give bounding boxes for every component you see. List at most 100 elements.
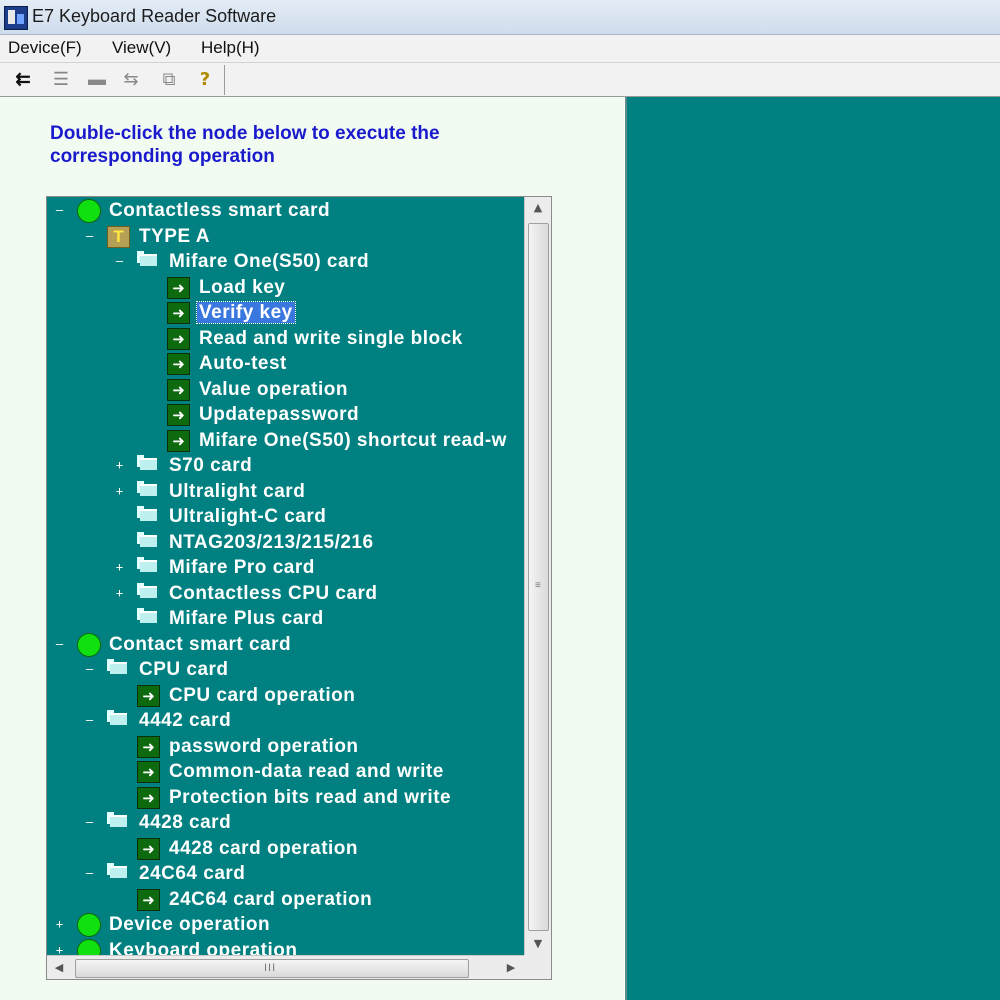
collapse-icon[interactable]: – <box>55 204 64 216</box>
tree-node-label: Contactless CPU card <box>169 582 378 604</box>
operation-tree: – Contactless smart card – T TYPE A – Mifare O… <box>46 196 552 980</box>
expand-icon[interactable]: + <box>55 944 64 956</box>
collapse-icon[interactable]: – <box>85 663 94 675</box>
collapse-icon[interactable]: – <box>85 816 94 828</box>
expand-icon[interactable]: + <box>115 587 124 599</box>
folder-icon <box>107 659 127 674</box>
tree-node-label: Contact smart card <box>109 633 292 655</box>
tree-node[interactable]: + Device operation <box>47 912 524 937</box>
tree-node-label: Mifare One(S50) shortcut read-w <box>199 429 507 451</box>
tree-viewport: – Contactless smart card – T TYPE A – Mifare O… <box>47 197 524 955</box>
collapse-icon[interactable]: – <box>85 714 94 726</box>
tree-node[interactable]: ➜ Value operation <box>47 377 524 402</box>
arrow-icon: ➜ <box>137 684 160 707</box>
tree-node[interactable]: ➜ Updatepassword <box>47 402 524 427</box>
menu-view[interactable]: View(V) <box>112 38 171 58</box>
menu-bar: Device(F) View(V) Help(H) <box>0 35 1000 63</box>
expand-icon[interactable]: + <box>115 485 124 497</box>
scroll-right-icon[interactable]: ▶ <box>499 956 523 979</box>
tree-node-label: 24C64 card operation <box>169 888 373 910</box>
tree-node[interactable]: – Contact smart card <box>47 632 524 657</box>
toolbar: ⇇ ☰ ▬ ⇆ ⧉ ? <box>0 63 1000 97</box>
tree-node[interactable]: – T TYPE A <box>47 224 524 249</box>
collapse-icon[interactable]: – <box>55 638 64 650</box>
app-icon[interactable] <box>4 6 28 30</box>
folder-icon <box>137 582 157 598</box>
tree-node-label: Mifare Pro card <box>169 557 315 578</box>
list-icon[interactable]: ☰ <box>48 67 74 91</box>
help-icon[interactable]: ? <box>192 67 218 91</box>
arrow-icon: ➜ <box>137 761 160 783</box>
tree-node[interactable]: ➜ 4428 card operation <box>47 836 524 861</box>
tree-node[interactable]: ➜ Verify key <box>47 300 524 325</box>
folder-icon <box>137 251 157 266</box>
tree-node[interactable]: ➜ Auto-test <box>47 351 524 376</box>
folder-icon <box>137 455 157 470</box>
arrow-icon: ➜ <box>167 302 190 324</box>
menu-help[interactable]: Help(H) <box>201 38 260 58</box>
copy-window-icon[interactable]: ⧉ <box>156 67 182 91</box>
tree-node[interactable]: Mifare Plus card <box>47 606 524 631</box>
tree-node[interactable]: – Contactless smart card <box>47 198 524 223</box>
tree-node[interactable]: Ultralight-C card <box>47 504 524 529</box>
tree-node-label: Device operation <box>109 914 271 935</box>
tree-node[interactable]: + S70 card <box>47 453 524 478</box>
folder-icon <box>107 812 127 827</box>
tree-node-label: Auto-test <box>199 353 287 374</box>
horizontal-scroll-thumb[interactable]: III <box>75 959 469 978</box>
vertical-scrollbar[interactable]: ▲ ≡ ▼ <box>524 197 551 955</box>
horizontal-scrollbar[interactable]: ◀ III ▶ <box>47 955 550 979</box>
tree-node-label: CPU card operation <box>169 684 356 706</box>
tree-node[interactable]: + Keyboard operation <box>47 938 524 956</box>
tree-node-label: 24C64 card <box>139 863 246 884</box>
folder-icon <box>137 480 157 496</box>
tree-node[interactable]: + Ultralight card <box>47 479 524 504</box>
scroll-down-icon[interactable]: ▼ <box>525 933 551 955</box>
tree-node[interactable]: ➜ Common-data read and write <box>47 759 524 784</box>
vertical-scroll-thumb[interactable]: ≡ <box>528 223 549 931</box>
arrow-icon: ➜ <box>137 837 160 860</box>
tree-node[interactable]: ➜ Read and write single block <box>47 326 524 351</box>
usb-disconnect-icon[interactable]: ⇆ <box>118 67 144 91</box>
tree-node[interactable]: ➜ CPU card operation <box>47 683 524 708</box>
tree-node[interactable]: ➜ Load key <box>47 275 524 300</box>
tree-node[interactable]: – 4442 card <box>47 708 524 733</box>
collapse-icon[interactable]: – <box>85 867 94 879</box>
tree-node-label: Load key <box>199 276 286 298</box>
collapse-icon[interactable]: – <box>115 255 124 267</box>
tree-node-label: Ultralight card <box>169 480 306 502</box>
folder-icon <box>137 557 157 572</box>
tree-node-label: CPU card <box>139 659 229 680</box>
tree-node[interactable]: – CPU card <box>47 657 524 682</box>
tree-node[interactable]: + Contactless CPU card <box>47 581 524 606</box>
expand-icon[interactable]: + <box>115 459 124 471</box>
tree-node-label: 4428 card <box>139 812 232 833</box>
usb-connect-icon[interactable]: ⇇ <box>10 67 36 91</box>
tree-node-label: TYPE A <box>139 225 210 247</box>
tree-node[interactable]: ➜ Protection bits read and write <box>47 785 524 810</box>
scroll-up-icon[interactable]: ▲ <box>525 197 551 219</box>
toolbar-separator <box>224 65 225 95</box>
arrow-icon: ➜ <box>167 378 190 401</box>
tree-node[interactable]: – 24C64 card <box>47 861 524 886</box>
arrow-icon: ➜ <box>137 888 160 911</box>
arrow-icon: ➜ <box>167 327 190 350</box>
tree-node[interactable]: – 4428 card <box>47 810 524 835</box>
tree-node[interactable]: ➜ 24C64 card operation <box>47 887 524 912</box>
menu-device[interactable]: Device(F) <box>8 38 82 58</box>
window-title: E7 Keyboard Reader Software <box>32 6 277 26</box>
tree-node[interactable]: ➜ Mifare One(S50) shortcut read-w <box>47 428 524 453</box>
tree-node[interactable]: – Mifare One(S50) card <box>47 249 524 274</box>
arrow-icon: ➜ <box>137 786 160 809</box>
card-icon[interactable]: ▬ <box>84 67 110 91</box>
expand-icon[interactable]: + <box>115 561 124 573</box>
collapse-icon[interactable]: – <box>85 230 94 242</box>
scroll-corner <box>524 955 551 979</box>
folder-icon <box>137 506 157 521</box>
tree-node[interactable]: ➜ password operation <box>47 734 524 759</box>
circle-icon <box>77 913 101 937</box>
tree-node[interactable]: NTAG203/213/215/216 <box>47 530 524 555</box>
scroll-left-icon[interactable]: ◀ <box>47 956 71 979</box>
tree-node[interactable]: + Mifare Pro card <box>47 555 524 580</box>
expand-icon[interactable]: + <box>55 918 64 930</box>
